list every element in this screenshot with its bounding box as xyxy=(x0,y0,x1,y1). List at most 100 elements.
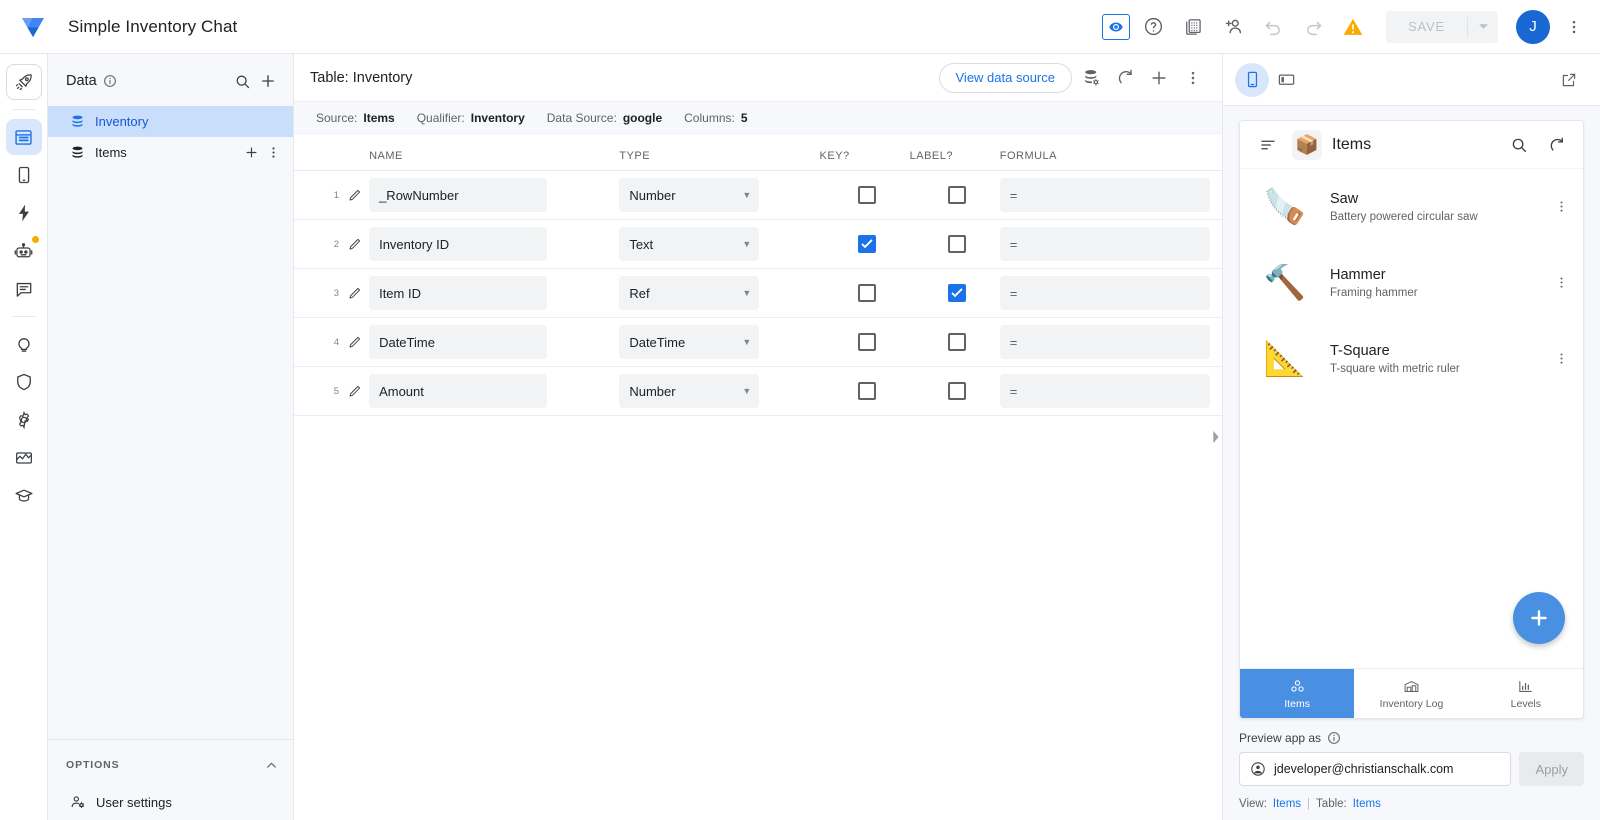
rail-item-learn[interactable] xyxy=(6,478,42,514)
column-name-input[interactable]: Item ID xyxy=(369,276,547,310)
help-question-icon[interactable] xyxy=(1136,10,1170,44)
formula-input[interactable]: = xyxy=(1000,325,1210,359)
label-checkbox[interactable] xyxy=(948,333,966,351)
view-data-source-button[interactable]: View data source xyxy=(939,63,1073,93)
overflow-menu-icon[interactable] xyxy=(1549,199,1573,214)
rail-item-security[interactable] xyxy=(6,364,42,400)
preview-email-input[interactable]: jdeveloper@christianschalk.com xyxy=(1239,752,1511,786)
apply-button[interactable]: Apply xyxy=(1519,752,1584,786)
overflow-menu-icon[interactable] xyxy=(263,143,283,163)
key-checkbox[interactable] xyxy=(858,333,876,351)
rail-item-settings[interactable] xyxy=(6,402,42,438)
undo-icon[interactable] xyxy=(1256,10,1290,44)
search-icon[interactable] xyxy=(1505,131,1533,159)
avatar[interactable]: J xyxy=(1516,10,1550,44)
sidebar-item-label: Inventory xyxy=(95,114,283,129)
sidebar-item-inventory[interactable]: Inventory xyxy=(48,106,293,137)
add-table-icon[interactable] xyxy=(255,68,281,94)
column-name-input[interactable]: Inventory ID xyxy=(369,227,547,261)
key-checkbox[interactable] xyxy=(858,235,876,253)
label-checkbox[interactable] xyxy=(948,382,966,400)
save-dropdown-caret-icon[interactable] xyxy=(1468,11,1498,43)
rail-item-intelligence[interactable] xyxy=(6,233,42,269)
list-item[interactable]: 🔨 Hammer Framing hammer xyxy=(1240,245,1583,321)
label-checkbox[interactable] xyxy=(948,186,966,204)
key-checkbox[interactable] xyxy=(858,284,876,302)
sidebar-item-items[interactable]: Items xyxy=(48,137,293,168)
name-cell: Item ID xyxy=(369,269,619,318)
rail-item-insights[interactable] xyxy=(6,326,42,362)
table-row: 2 Inventory ID Text▼ = xyxy=(294,220,1222,269)
chevron-down-icon: ▼ xyxy=(742,337,751,347)
sort-icon[interactable] xyxy=(1254,131,1282,159)
nav-tab-levels[interactable]: Levels xyxy=(1469,669,1583,718)
overflow-menu-icon[interactable] xyxy=(1549,275,1573,290)
columns-grid: NAME TYPE KEY? LABEL? FORMULA SHOW? EDIT… xyxy=(294,134,1222,416)
preview-as-label: Preview app as xyxy=(1239,731,1321,745)
view-link[interactable]: Items xyxy=(1273,798,1301,810)
preview-phone-toggle[interactable] xyxy=(1235,63,1269,97)
redo-icon[interactable] xyxy=(1296,10,1330,44)
plus-icon[interactable] xyxy=(241,143,261,163)
column-type-select[interactable]: Number▼ xyxy=(619,178,759,212)
preview-tablet-toggle[interactable] xyxy=(1269,63,1303,97)
rail-item-automation[interactable] xyxy=(6,195,42,231)
rail-item-chat[interactable] xyxy=(6,271,42,307)
label-checkbox[interactable] xyxy=(948,284,966,302)
rail-item-deploy[interactable] xyxy=(6,64,42,100)
rail-item-app[interactable] xyxy=(6,157,42,193)
options-header[interactable]: OPTIONS xyxy=(48,754,293,776)
list-item[interactable]: 🪚 Saw Battery powered circular saw xyxy=(1240,169,1583,245)
options-item-user-settings[interactable]: User settings xyxy=(48,784,293,820)
info-icon[interactable] xyxy=(103,74,117,88)
key-checkbox[interactable] xyxy=(858,382,876,400)
key-checkbox[interactable] xyxy=(858,186,876,204)
appsheet-logo[interactable] xyxy=(18,12,48,42)
copy-app-icon[interactable] xyxy=(1176,10,1210,44)
column-type-select[interactable]: Ref▼ xyxy=(619,276,759,310)
list-item[interactable]: 📐 T-Square T-square with metric ruler xyxy=(1240,321,1583,397)
search-icon[interactable] xyxy=(229,68,255,94)
overflow-menu-icon[interactable] xyxy=(1560,10,1588,44)
data-source-settings-icon[interactable] xyxy=(1076,63,1106,93)
save-button[interactable]: SAVE xyxy=(1386,11,1467,43)
column-type-select[interactable]: Number▼ xyxy=(619,374,759,408)
preview-eye-icon[interactable] xyxy=(1102,14,1130,40)
label-checkbox[interactable] xyxy=(948,235,966,253)
chevron-up-icon[interactable] xyxy=(264,758,279,773)
overflow-menu-icon[interactable] xyxy=(1178,63,1208,93)
edit-pencil-icon[interactable] xyxy=(339,237,369,252)
edit-pencil-icon[interactable] xyxy=(339,384,369,399)
rail-item-data[interactable] xyxy=(6,119,42,155)
edit-pencil-icon[interactable] xyxy=(339,188,369,203)
column-name-input[interactable]: Amount xyxy=(369,374,547,408)
info-icon[interactable] xyxy=(1327,731,1341,745)
formula-input[interactable]: = xyxy=(1000,178,1210,212)
grid-header-spacer-2 xyxy=(339,134,369,171)
formula-input[interactable]: = xyxy=(1000,227,1210,261)
nav-tab-items[interactable]: Items xyxy=(1240,669,1354,718)
add-user-icon[interactable] xyxy=(1216,10,1250,44)
body-row: Data Inventory xyxy=(0,54,1600,820)
open-in-new-icon[interactable] xyxy=(1552,63,1586,97)
warehouse-icon xyxy=(1403,678,1420,695)
add-record-fab[interactable] xyxy=(1513,592,1565,644)
column-type-value: Number xyxy=(629,384,742,399)
column-type-select[interactable]: DateTime▼ xyxy=(619,325,759,359)
column-type-select[interactable]: Text▼ xyxy=(619,227,759,261)
warning-icon[interactable] xyxy=(1336,10,1370,44)
nav-tab-inventory-log[interactable]: Inventory Log xyxy=(1354,669,1468,718)
edit-pencil-icon[interactable] xyxy=(339,286,369,301)
plus-icon[interactable] xyxy=(1144,63,1174,93)
edit-pencil-icon[interactable] xyxy=(339,335,369,350)
rail-item-monitor[interactable] xyxy=(6,440,42,476)
panel-collapse-handle[interactable] xyxy=(1208,420,1222,454)
refresh-icon[interactable] xyxy=(1543,131,1571,159)
table-link[interactable]: Items xyxy=(1353,798,1381,810)
column-name-input[interactable]: _RowNumber xyxy=(369,178,547,212)
overflow-menu-icon[interactable] xyxy=(1549,351,1573,366)
refresh-icon[interactable] xyxy=(1110,63,1140,93)
column-name-input[interactable]: DateTime xyxy=(369,325,547,359)
formula-input[interactable]: = xyxy=(1000,374,1210,408)
formula-input[interactable]: = xyxy=(1000,276,1210,310)
